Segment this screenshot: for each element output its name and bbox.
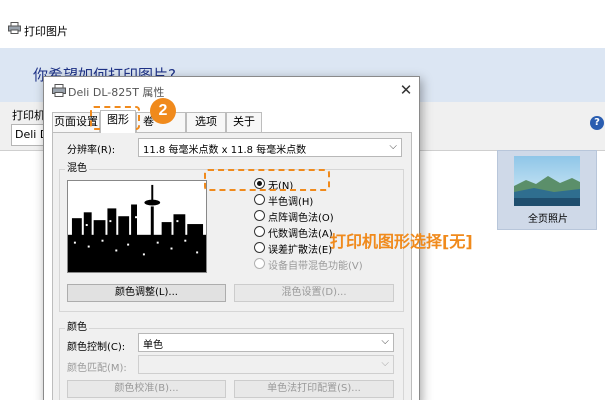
landscape-thumbnail (514, 156, 580, 206)
radio-error-diffusion[interactable] (254, 242, 265, 253)
dither-none-highlight (204, 169, 330, 191)
printer-icon (52, 84, 66, 97)
radio-ordered[interactable] (254, 210, 265, 221)
radio-algebraic[interactable] (254, 226, 265, 237)
halftone-preview-image (67, 180, 207, 273)
dither-option-ordered-label: 点阵调色法(O) (268, 213, 334, 224)
resolution-label: 分辨率(R): (67, 145, 116, 156)
close-icon[interactable]: ✕ (396, 80, 416, 100)
color-calibrate-button: 颜色校准(B)... (67, 380, 226, 398)
color-adjust-button[interactable]: 颜色调整(L)... (67, 284, 226, 302)
radio-halftone[interactable] (254, 194, 265, 205)
help-icon[interactable]: ? (590, 116, 604, 130)
background-titlebar: 打印图片 (0, 0, 605, 48)
resolution-value: 11.8 每毫米点数 x 11.8 每毫米点数 (143, 145, 307, 156)
mono-print-config-button: 单色法打印配置(S)... (234, 380, 394, 398)
color-matching-select: ⌵ (138, 355, 394, 374)
tab-options[interactable]: 选项 (186, 112, 226, 132)
dither-option-algebraic-label: 代数调色法(A) (268, 229, 333, 240)
chevron-down-icon: ⌵ (389, 141, 397, 152)
color-control-value: 单色 (143, 340, 163, 351)
color-matching-label: 颜色匹配(M): (67, 363, 127, 374)
resolution-select[interactable]: 11.8 每毫米点数 x 11.8 每毫米点数 ⌵ (138, 138, 402, 157)
printer-label: 打印机 (12, 109, 45, 122)
background-window-title: 打印图片 (24, 25, 68, 38)
printer-icon (8, 22, 21, 34)
step-number-badge: 2 (150, 98, 176, 124)
callout-text: 打印机图形选择[无] (330, 232, 473, 251)
tab-about[interactable]: 关于 (226, 112, 262, 132)
color-control-select[interactable]: 单色 ⌵ (138, 333, 394, 352)
tab-graphics[interactable]: 图形 (100, 110, 136, 133)
dither-option-error-diffusion-label: 误差扩散法(E) (268, 245, 333, 256)
dialog-titlebar: Deli DL-825T 属性 ✕ (44, 77, 419, 105)
dialog-title: Deli DL-825T 属性 (68, 86, 165, 99)
dither-option-halftone-label: 半色调(H) (268, 197, 314, 208)
dither-option-device-label: 设备自带混色功能(V) (268, 261, 363, 272)
tab-strip: 页面设置 图形 卷 选项 关于 (52, 110, 412, 133)
radio-device (254, 258, 265, 269)
dithering-group-title: 混色 (65, 159, 89, 174)
thumbnail-label: 全页照片 (528, 214, 568, 225)
chevron-down-icon: ⌵ (381, 336, 389, 347)
color-control-label: 颜色控制(C): (67, 342, 126, 353)
dither-settings-button: 混色设置(D)... (234, 284, 394, 302)
layout-option-full-page[interactable]: 全页照片 (497, 150, 597, 230)
color-group-title: 颜色 (65, 318, 89, 333)
chevron-down-icon: ⌵ (381, 358, 389, 369)
